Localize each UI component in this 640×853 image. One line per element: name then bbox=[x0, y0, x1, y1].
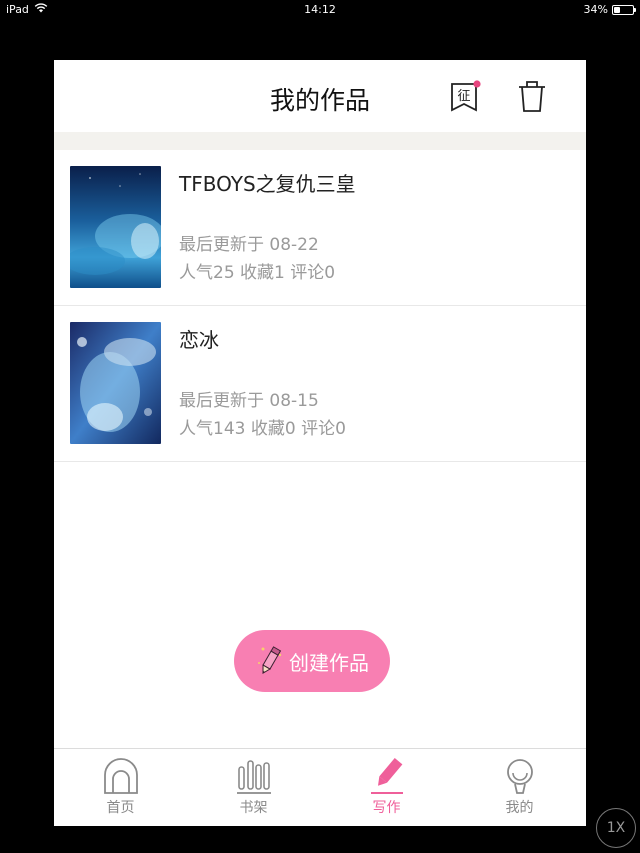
tab-bookshelf-label: 书架 bbox=[239, 800, 268, 816]
create-work-label: 创建作品 bbox=[289, 650, 369, 675]
section-divider bbox=[54, 132, 586, 150]
bookshelf-icon bbox=[236, 760, 271, 794]
zoom-button[interactable]: 1X bbox=[596, 808, 636, 848]
work-updated: 最后更新于 08-15 bbox=[179, 391, 319, 411]
work-updated: 最后更新于 08-22 bbox=[179, 235, 319, 255]
pencil-icon bbox=[258, 646, 282, 674]
pencil-icon bbox=[370, 757, 403, 794]
tab-write[interactable]: 写作 bbox=[320, 749, 453, 826]
work-item[interactable]: TFBOYS之复仇三皇 最后更新于 08-22 人气25 收藏1 评论0 bbox=[54, 150, 586, 306]
trash-icon bbox=[519, 81, 545, 112]
app-window: 我的作品 征 TFBOYS之复仇三皇 最后更新于 08-22 人气25 收藏1 … bbox=[54, 60, 586, 826]
contest-icon-label: 征 bbox=[457, 89, 470, 104]
tab-home-label: 首页 bbox=[106, 800, 135, 816]
battery-icon bbox=[612, 4, 636, 15]
profile-icon bbox=[506, 759, 533, 794]
status-bar: iPad 14:12 34% bbox=[0, 0, 640, 20]
tab-write-label: 写作 bbox=[372, 800, 401, 816]
tab-bookshelf[interactable]: 书架 bbox=[187, 749, 320, 826]
work-title: TFBOYS之复仇三皇 bbox=[179, 172, 356, 196]
tab-bar: 首页 书架 写作 我的 bbox=[54, 748, 586, 826]
work-item[interactable]: 恋冰 最后更新于 08-15 人气143 收藏0 评论0 bbox=[54, 306, 586, 462]
header: 我的作品 征 bbox=[54, 60, 586, 132]
contest-icon: 征 bbox=[451, 80, 481, 112]
work-cover-image bbox=[70, 322, 161, 444]
work-stats: 人气143 收藏0 评论0 bbox=[179, 419, 346, 439]
work-stats: 人气25 收藏1 评论0 bbox=[179, 263, 336, 283]
status-time: 14:12 bbox=[304, 3, 336, 16]
work-cover-image bbox=[70, 166, 161, 288]
create-work-button[interactable]: 创建作品 bbox=[234, 630, 390, 692]
page-title: 我的作品 bbox=[269, 86, 370, 115]
battery-percent: 34% bbox=[583, 3, 608, 16]
home-icon bbox=[103, 758, 138, 794]
tab-profile[interactable]: 我的 bbox=[453, 749, 586, 826]
work-title: 恋冰 bbox=[179, 328, 219, 352]
tab-profile-label: 我的 bbox=[505, 800, 534, 816]
contest-button[interactable]: 征 bbox=[445, 76, 485, 116]
tab-home[interactable]: 首页 bbox=[54, 749, 187, 826]
delete-button[interactable] bbox=[512, 76, 552, 116]
